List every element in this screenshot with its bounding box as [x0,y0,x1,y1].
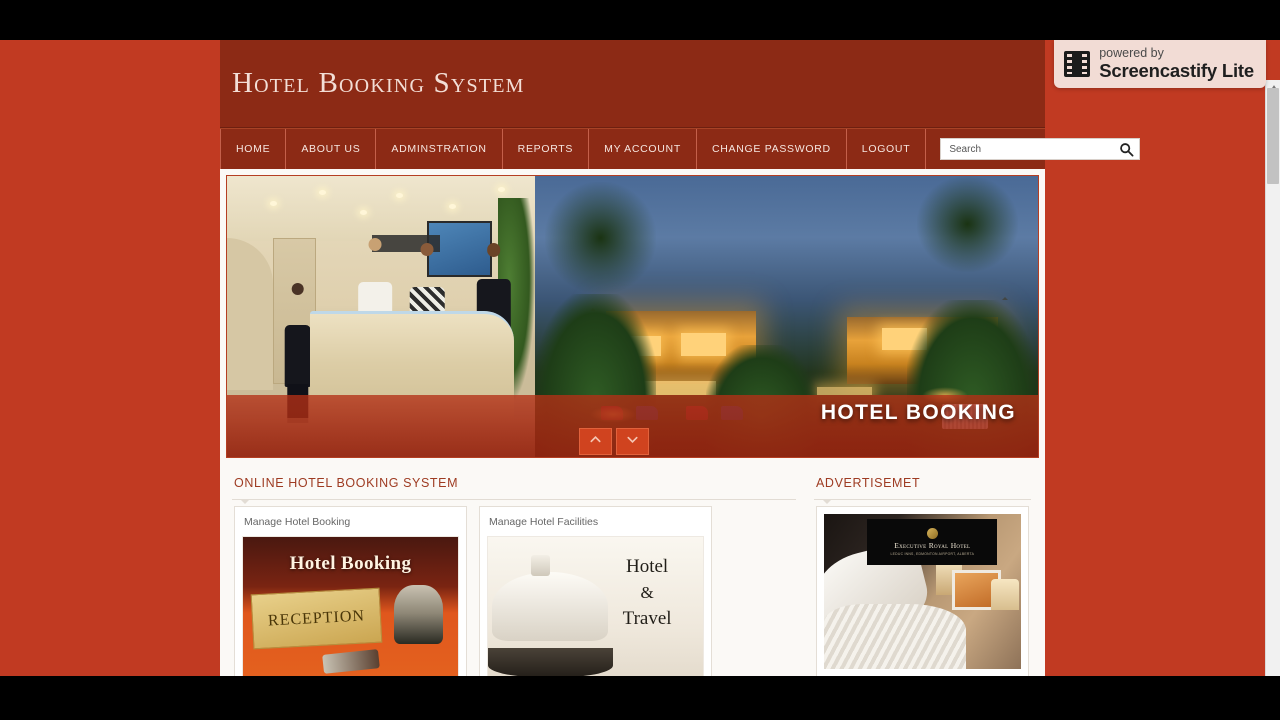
reception-sign: RECEPTION [250,587,382,650]
site-header: Hotel Booking System [220,40,1045,128]
advertiser-logo: Executive Royal Hotel LEDUC INNS, EDMONT… [867,518,998,566]
bell-image-text: Hotel & Travel [622,555,672,629]
nav-item-reports[interactable]: Reports [503,129,590,169]
advertisement-image: Executive Royal Hotel LEDUC INNS, EDMONT… [824,514,1021,669]
chevron-up-icon [588,432,603,452]
reception-keys [321,649,380,675]
search-box [940,138,1141,160]
film-strip-icon [1064,50,1091,77]
main-section-title: Online Hotel Booking System [234,476,459,490]
card-image: Hotel & Travel [487,536,704,676]
nav-item-logout[interactable]: Logout [847,129,927,169]
card-manage-hotel-booking[interactable]: Manage Hotel Booking Hotel Booking RECEP… [234,506,467,676]
content-area: Online Hotel Booking System Manage Hotel… [220,458,1045,676]
search-area [940,129,1141,169]
carousel-prev-button[interactable] [579,428,612,455]
hero-carousel: HOTEL BOOKING [226,175,1039,458]
advertisement-card[interactable]: Executive Royal Hotel LEDUC INNS, EDMONT… [816,506,1029,676]
browser-viewport: Hotel Booking System Home About Us Admin… [0,40,1280,676]
nav-item-change-password[interactable]: Change Password [697,129,847,169]
screencastify-watermark: powered by Screencastify Lite [1054,40,1266,89]
chevron-down-icon [625,432,640,452]
nav-item-home[interactable]: Home [220,129,287,169]
card-manage-hotel-facilities[interactable]: Manage Hotel Facilities Hotel & Travel [479,506,712,676]
nav-item-my-account[interactable]: My Account [589,129,697,169]
carousel-next-button[interactable] [616,428,649,455]
nav-item-about-us[interactable]: About Us [286,129,377,169]
card-image: Hotel Booking RECEPTION [242,536,459,676]
page-title: Hotel Booking System [232,67,525,99]
hero-caption: HOTEL BOOKING [820,401,1016,424]
nav-item-administration[interactable]: Adminstration [376,129,503,169]
scrollbar-thumb[interactable] [1267,88,1279,184]
card-title: Manage Hotel Booking [244,516,351,528]
card-row: Manage Hotel Booking Hotel Booking RECEP… [228,506,800,676]
main-navigation: Home About Us Adminstration Reports My A… [220,128,1141,169]
card-title: Manage Hotel Facilities [489,516,599,528]
sidebar-column: Advertisemet Executive Royal Hotel [810,472,1035,676]
service-bell-icon [492,572,609,641]
search-input[interactable] [941,139,1140,160]
section-divider [232,499,796,504]
search-icon[interactable] [1119,142,1134,157]
video-frame: Hotel Booking System Home About Us Admin… [0,0,1280,720]
hero-image-lobby [227,176,536,457]
website-container: Hotel Booking System Home About Us Admin… [220,40,1141,676]
hotel-crest-icon [926,527,938,539]
section-divider [814,499,1031,504]
sidebar-section-title: Advertisemet [816,476,921,490]
reception-image-title: Hotel Booking [289,553,412,575]
watermark-text: powered by Screencastify Lite [1099,46,1254,81]
carousel-controls [579,428,649,455]
reception-bell-icon [393,585,443,644]
main-column: Online Hotel Booking System Manage Hotel… [228,472,800,676]
page-scrollbar[interactable] [1265,80,1280,676]
